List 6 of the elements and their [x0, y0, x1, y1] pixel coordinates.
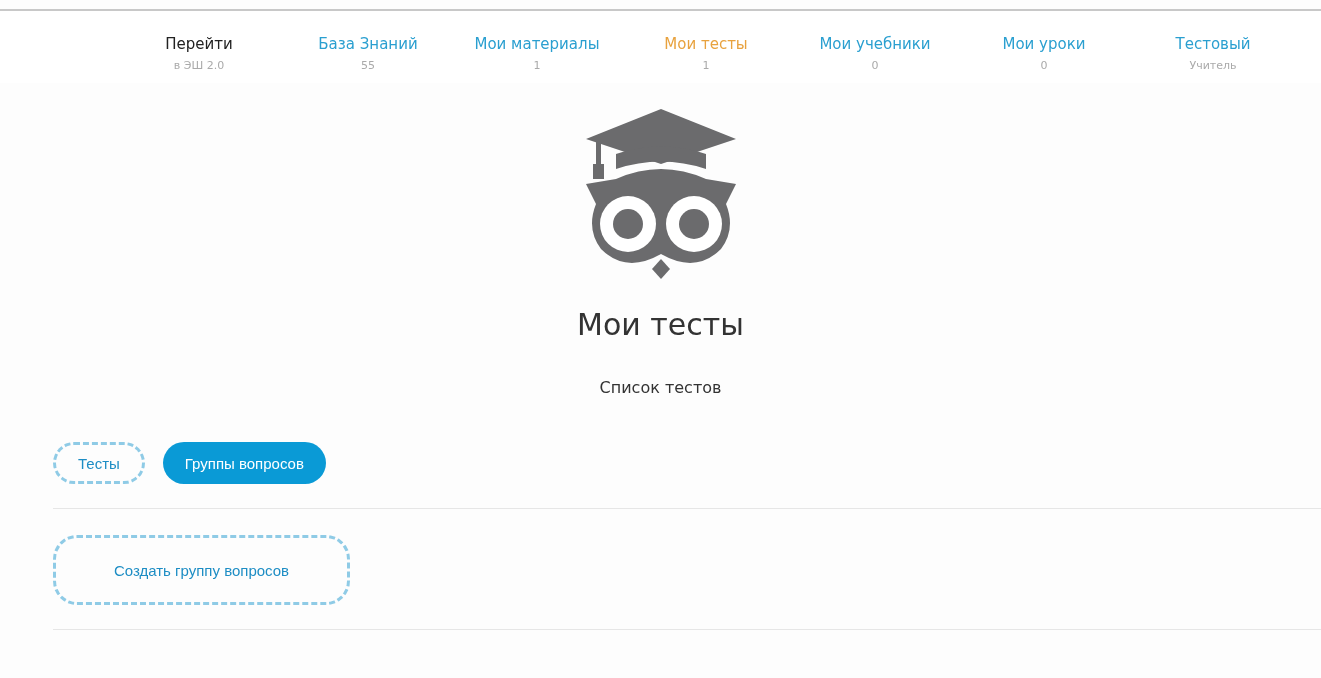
- owl-graduate-logo-icon: [585, 109, 736, 279]
- page-subtitle: Список тестов: [599, 378, 722, 397]
- tab[interactable]: Тесты: [53, 442, 145, 484]
- tab[interactable]: Группы вопросов: [162, 442, 326, 484]
- create-question-group-button[interactable]: Создать группу вопросов: [53, 535, 350, 605]
- page-title: Мои тесты: [577, 307, 744, 342]
